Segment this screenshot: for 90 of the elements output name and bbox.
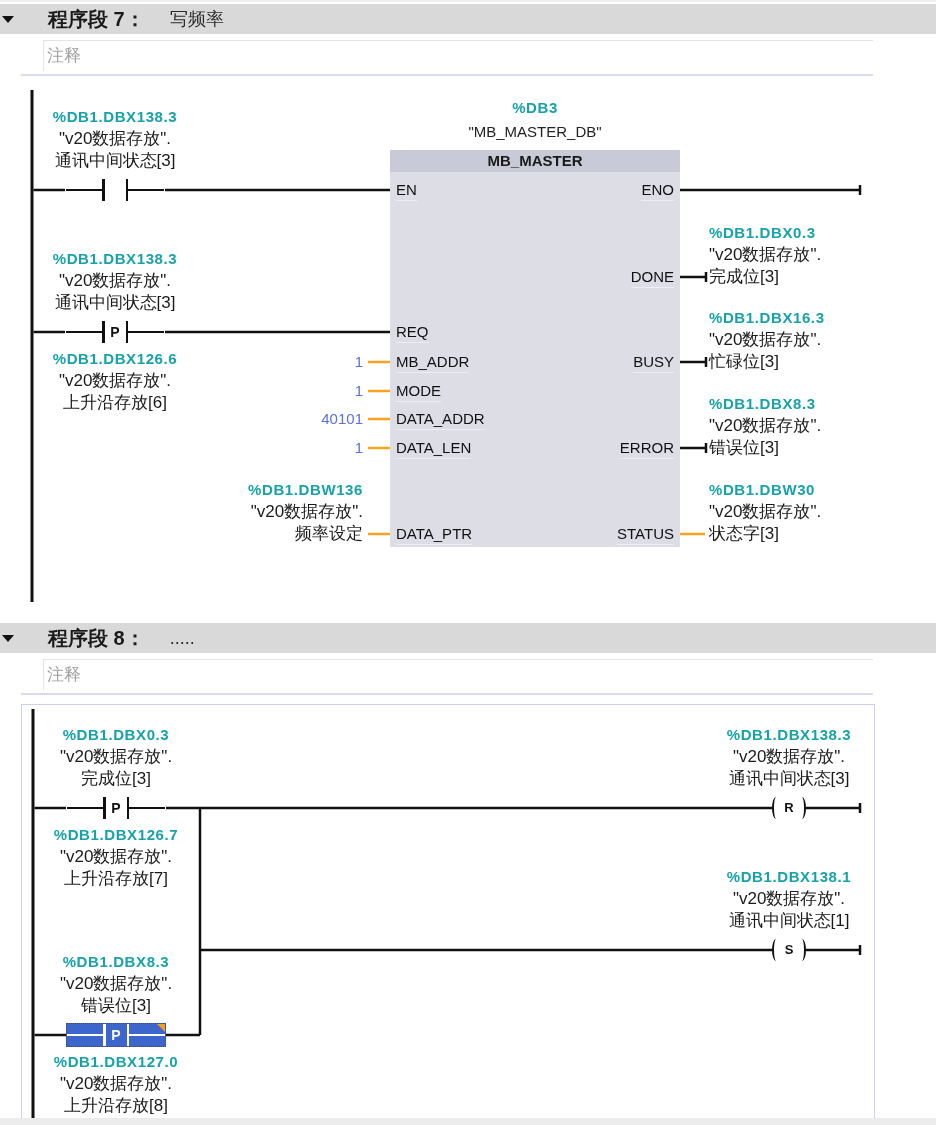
wire	[678, 270, 708, 284]
operand-name: "v20数据存放".	[732, 888, 846, 910]
operand-name: "v20数据存放".	[59, 973, 173, 995]
operand-address: %DB1.DBX0.3	[62, 725, 170, 745]
operand-name: 完成位[3]	[81, 768, 151, 790]
pin-label: ENO	[641, 180, 674, 201]
operand-name: 通讯中间状态[3]	[728, 768, 850, 790]
operand-name: 错误位[3]	[81, 995, 151, 1017]
constant-value: 1	[354, 352, 363, 372]
operand-name: 通讯中间状态[3]	[54, 292, 176, 314]
constant-value: 40101	[321, 409, 363, 429]
corner-marker-icon	[157, 1024, 165, 1032]
coil: R	[772, 796, 806, 820]
instance-name: "MB_MASTER_DB"	[468, 122, 602, 142]
operand-name: "v20数据存放".	[250, 501, 363, 523]
wire	[368, 360, 390, 364]
operand-name: 上升沿存放[6]	[63, 392, 167, 414]
wire	[34, 1033, 66, 1037]
constant-value: 1	[354, 438, 363, 458]
wire	[680, 532, 705, 536]
operand-address: %DB1.DBX126.6	[52, 349, 178, 369]
operand-address: %DB1.DBX138.1	[726, 867, 852, 887]
wire	[678, 355, 708, 369]
pin-label: DATA_ADDR	[396, 409, 485, 430]
operand-name: "v20数据存放".	[59, 846, 173, 868]
operand-address: %DB1.DBX138.3	[52, 249, 178, 269]
pin-label: BUSY	[633, 352, 674, 373]
network-heading: 程序段 7：	[48, 7, 145, 32]
wire	[368, 446, 390, 450]
positive-edge-contact: P	[66, 796, 166, 820]
wire	[804, 943, 862, 957]
operand-name: "v20数据存放".	[732, 746, 846, 768]
pin-label: ERROR	[619, 438, 674, 459]
block-title: MB_MASTER	[390, 150, 680, 172]
operand-name: 上升沿存放[8]	[64, 1095, 168, 1117]
pin-label: STATUS	[617, 524, 674, 545]
operand-address: %DB1.DBX8.3	[709, 394, 816, 414]
positive-edge-contact: P	[65, 320, 165, 344]
operand-address: %DB1.DBW30	[709, 480, 816, 500]
operand-name: "v20数据存放".	[709, 244, 822, 266]
pin-label: DONE	[630, 267, 674, 288]
operand-name: "v20数据存放".	[59, 746, 173, 768]
wire	[34, 806, 66, 810]
constant-value: 1	[354, 381, 363, 401]
operand-address: %DB1.DBX0.3	[709, 223, 816, 243]
coil: S	[772, 938, 806, 962]
wire	[804, 801, 862, 815]
wire	[368, 389, 390, 393]
comment-field[interactable]: 注释	[43, 40, 873, 71]
instance-address: %DB3	[512, 98, 558, 118]
wire	[33, 330, 65, 334]
network-title: 写频率	[169, 7, 224, 31]
operand-name: 频率设定	[295, 523, 363, 545]
operand-name: 通讯中间状态[3]	[54, 150, 176, 172]
pin-label: MB_ADDR	[396, 352, 470, 373]
operand-address: %DB1.DBX138.3	[726, 725, 852, 745]
operand-name: "v20数据存放".	[59, 1073, 173, 1095]
pin-label: DATA_PTR	[396, 524, 473, 545]
wire	[368, 417, 390, 421]
caret-icon[interactable]	[2, 15, 14, 23]
wire	[678, 441, 708, 455]
operand-address: %DB1.DBX138.3	[52, 107, 178, 127]
wire	[368, 532, 390, 536]
operand-name: 上升沿存放[7]	[64, 868, 168, 890]
operand-name: "v20数据存放".	[58, 128, 172, 150]
operand-name: "v20数据存放".	[58, 370, 172, 392]
operand-name: 忙碌位[3]	[709, 351, 779, 373]
operand-address: %DB1.DBX127.0	[53, 1052, 179, 1072]
operand-name: 完成位[3]	[709, 266, 779, 288]
pin-label: REQ	[396, 322, 429, 343]
operand-address: %DB1.DBX8.3	[62, 952, 170, 972]
operand-name: "v20数据存放".	[709, 501, 822, 523]
positive-edge-contact: P	[66, 1023, 166, 1047]
operand-address: %DB1.DBW136	[248, 480, 363, 500]
pin-label: DATA_LEN	[396, 438, 472, 459]
pin-label: EN	[396, 180, 417, 201]
operand-name: 通讯中间状态[1]	[728, 910, 850, 932]
operand-name: 错误位[3]	[709, 437, 779, 459]
comment-field[interactable]: 注释	[43, 659, 873, 690]
operand-name: "v20数据存放".	[709, 415, 822, 437]
operand-name: "v20数据存放".	[58, 270, 172, 292]
operand-address: %DB1.DBX16.3	[709, 308, 825, 328]
pin-label: MODE	[396, 381, 441, 402]
network-title: .....	[169, 626, 195, 650]
caret-icon[interactable]	[2, 634, 14, 642]
operand-name: "v20数据存放".	[709, 329, 822, 351]
network-heading: 程序段 8：	[48, 626, 145, 651]
operand-name: 状态字[3]	[709, 523, 779, 545]
operand-address: %DB1.DBX126.7	[53, 825, 179, 845]
wire	[33, 188, 65, 192]
